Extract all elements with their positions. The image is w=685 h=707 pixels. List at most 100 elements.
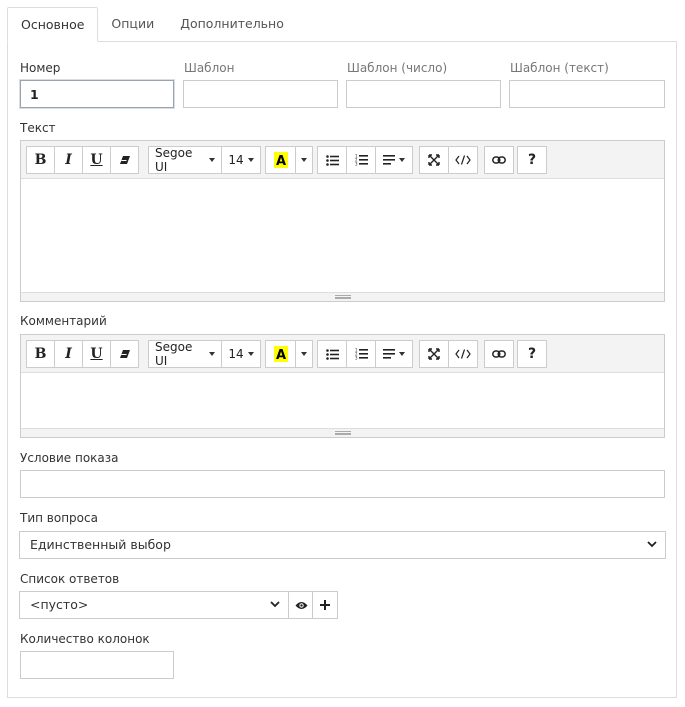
align-dropdown[interactable] — [375, 340, 413, 368]
bold-button[interactable]: B — [26, 340, 55, 368]
comment-editor: B I U Segoe UI 14 A 1 2 3 ? — [20, 334, 665, 438]
text-editor-resize-handle[interactable] — [21, 292, 664, 301]
answer-list-label: Список ответов — [20, 572, 120, 586]
text-editor-content[interactable] — [21, 179, 664, 292]
bullet-list-icon — [325, 348, 339, 360]
columns-count-input[interactable] — [20, 651, 174, 679]
highlight-color-button[interactable]: A — [265, 340, 296, 368]
code-view-button[interactable] — [448, 340, 478, 368]
font-name-dropdown[interactable]: Segoe UI — [148, 340, 222, 368]
comment-editor-resize-handle[interactable] — [21, 428, 664, 437]
tab-additional[interactable]: Дополнительно — [167, 7, 297, 42]
font-name-value: Segoe UI — [155, 340, 193, 368]
fullscreen-button[interactable] — [419, 146, 449, 174]
tab-bar: Основное Опции Дополнительно — [7, 7, 677, 42]
question-type-select[interactable]: Единственный выбор — [19, 531, 666, 559]
underline-button[interactable]: U — [82, 340, 111, 368]
comment-editor-content[interactable] — [21, 373, 664, 428]
font-size-value: 14 — [228, 153, 244, 167]
show-condition-label: Условие показа — [20, 451, 119, 465]
tab-options[interactable]: Опции — [98, 7, 167, 42]
fullscreen-button[interactable] — [419, 340, 449, 368]
font-size-dropdown[interactable]: 14 — [221, 146, 261, 174]
numbered-list-icon: 123 — [355, 154, 368, 166]
question-type-value: Единственный выбор — [30, 537, 171, 552]
align-left-icon — [383, 155, 395, 165]
numbered-list-button[interactable]: 123 — [346, 146, 376, 174]
eye-icon — [295, 601, 307, 609]
chevron-down-icon — [270, 601, 280, 608]
question-type-label: Тип вопроса — [20, 511, 98, 525]
template-number-input[interactable] — [346, 80, 501, 108]
expand-icon — [428, 348, 440, 360]
show-condition-input[interactable] — [20, 470, 665, 498]
font-size-dropdown[interactable]: 14 — [221, 340, 261, 368]
grip-icon — [334, 431, 351, 435]
link-button[interactable] — [484, 146, 514, 174]
tab-basic[interactable]: Основное — [7, 7, 99, 42]
highlight-a-icon: A — [273, 346, 288, 363]
highlight-color-dropdown[interactable] — [295, 146, 313, 174]
chevron-down-icon — [647, 541, 657, 548]
bullet-list-icon — [325, 154, 339, 166]
comment-editor-toolbar: B I U Segoe UI 14 A 1 2 3 ? — [21, 335, 664, 373]
bullet-list-button[interactable] — [317, 146, 347, 174]
numbered-list-icon: 123 — [355, 348, 368, 360]
underline-button[interactable]: U — [82, 146, 111, 174]
chevron-down-icon — [209, 352, 215, 356]
template-number-label: Шаблон (число) — [347, 61, 448, 75]
highlight-color-button[interactable]: A — [265, 146, 296, 174]
chevron-down-icon — [247, 158, 254, 162]
bold-button[interactable]: B — [26, 146, 55, 174]
italic-button[interactable]: I — [54, 340, 83, 368]
number-label: Номер — [20, 61, 61, 75]
svg-text:3: 3 — [355, 162, 358, 167]
template-text-label: Шаблон (текст) — [510, 61, 609, 75]
answer-list-select[interactable]: <пусто> — [19, 591, 289, 619]
chevron-down-icon — [399, 352, 405, 356]
font-size-value: 14 — [228, 347, 244, 361]
chevron-down-icon — [399, 158, 405, 162]
eraser-icon — [119, 350, 130, 358]
columns-count-label: Количество колонок — [20, 632, 150, 646]
template-text-input[interactable] — [509, 80, 665, 108]
font-name-dropdown[interactable]: Segoe UI — [148, 146, 222, 174]
link-button[interactable] — [484, 340, 514, 368]
code-icon — [455, 349, 471, 359]
add-answer-list-button[interactable] — [312, 591, 338, 619]
highlight-color-dropdown[interactable] — [295, 340, 313, 368]
help-button[interactable]: ? — [517, 146, 547, 174]
text-label: Текст — [20, 121, 56, 135]
eraser-button[interactable] — [110, 146, 139, 174]
bullet-list-button[interactable] — [317, 340, 347, 368]
view-answer-list-button[interactable] — [288, 591, 314, 619]
chevron-down-icon — [301, 158, 307, 162]
grip-icon — [334, 295, 351, 299]
svg-text:A: A — [275, 154, 285, 169]
chevron-down-icon — [301, 352, 307, 356]
comment-label: Комментарий — [20, 314, 107, 328]
help-button[interactable]: ? — [517, 340, 547, 368]
italic-button[interactable]: I — [54, 146, 83, 174]
eraser-icon — [119, 156, 130, 164]
plus-icon — [320, 600, 330, 610]
chevron-down-icon — [247, 352, 254, 356]
numbered-list-button[interactable]: 123 — [346, 340, 376, 368]
code-icon — [455, 155, 471, 165]
template-input[interactable] — [183, 80, 338, 108]
link-icon — [492, 350, 506, 358]
highlight-a-icon: A — [273, 152, 288, 169]
template-label: Шаблон — [184, 61, 235, 75]
expand-icon — [428, 154, 440, 166]
svg-text:3: 3 — [355, 356, 358, 361]
align-dropdown[interactable] — [375, 146, 413, 174]
eraser-button[interactable] — [110, 340, 139, 368]
tab-panel-basic: Номер Шаблон Шаблон (число) Шаблон (текс… — [7, 41, 677, 698]
svg-text:A: A — [275, 348, 285, 363]
link-icon — [492, 156, 506, 164]
number-input[interactable] — [20, 80, 174, 108]
text-editor-toolbar: B I U Segoe UI 14 A 1 2 3 ? — [21, 141, 664, 179]
code-view-button[interactable] — [448, 146, 478, 174]
answer-list-value: <пусто> — [30, 597, 89, 612]
chevron-down-icon — [209, 158, 215, 162]
